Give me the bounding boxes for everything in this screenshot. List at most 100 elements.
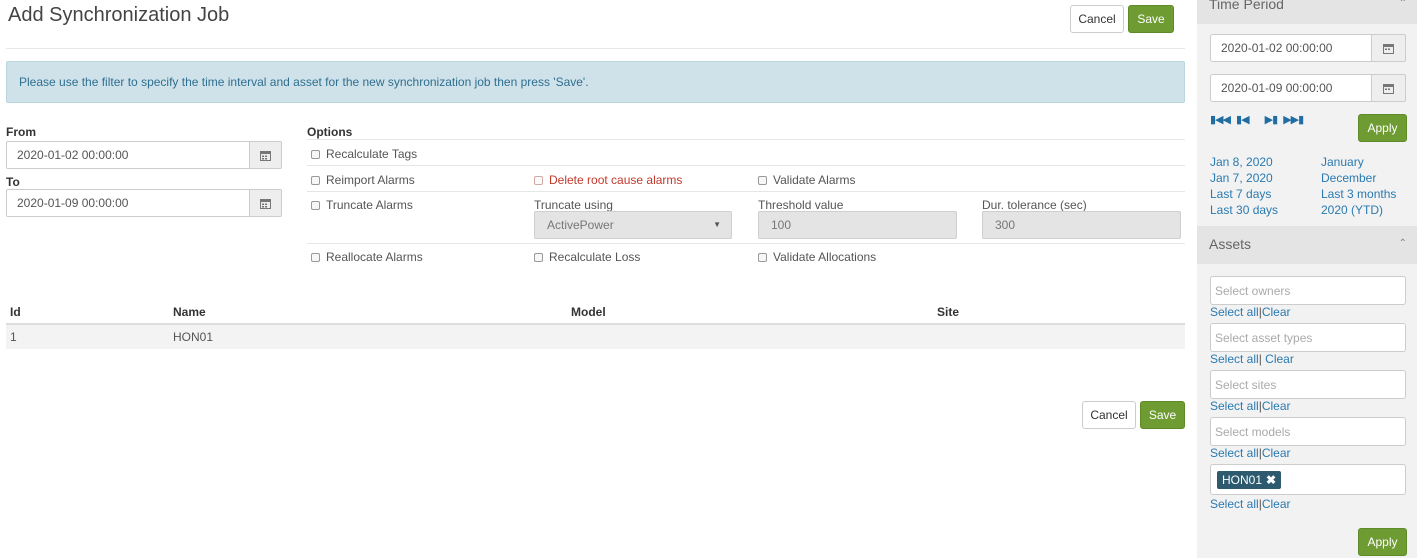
clear-link[interactable]: Clear [1262,399,1291,413]
calendar-icon[interactable] [250,189,282,217]
truncate-using-label: Truncate using [534,198,613,212]
reimport-alarms-checkbox[interactable]: Reimport Alarms [311,173,415,187]
checkbox-icon[interactable] [758,252,767,262]
checkbox-icon[interactable] [534,175,543,185]
page-title: Add Synchronization Job [8,4,230,26]
quick-link-ytd[interactable]: 2020 (YTD) [1321,203,1383,217]
cancel-button[interactable]: Cancel [1070,5,1124,33]
save-button[interactable]: Save [1128,5,1174,33]
time-period-title: Time Period [1209,0,1284,12]
sites-select-all-clear: Select all|Clear [1210,399,1291,413]
reimport-alarms-label: Reimport Alarms [326,173,415,187]
select-all-link[interactable]: Select all [1210,352,1259,366]
sidebar-from-date-input[interactable]: 2020-01-02 00:00:00 [1210,34,1372,62]
checkbox-icon[interactable] [311,175,320,185]
recalculate-tags-checkbox[interactable]: Recalculate Tags [311,147,417,161]
quick-link-jan-8[interactable]: Jan 8, 2020 [1210,155,1273,169]
options-divider [307,139,1185,140]
clear-link[interactable]: Clear [1262,497,1291,511]
clear-link[interactable]: Clear [1262,446,1291,460]
options-divider [307,243,1185,244]
models-select[interactable]: Select models [1210,417,1406,446]
options-divider [307,191,1185,192]
header-divider [6,48,1185,49]
recalculate-loss-checkbox[interactable]: Recalculate Loss [534,250,640,264]
asset-types-select[interactable]: Select asset types [1210,323,1406,352]
checkbox-icon[interactable] [758,175,767,185]
to-date-input[interactable]: 2020-01-09 00:00:00 [6,189,250,217]
time-period-apply-button[interactable]: Apply [1358,114,1407,142]
calendar-icon[interactable] [1372,74,1406,102]
selected-asset-tag: HON01 ✖ [1217,471,1282,489]
quick-link-january[interactable]: January [1321,155,1364,169]
clear-link[interactable]: Clear [1262,305,1291,319]
select-all-link[interactable]: Select all [1210,305,1259,319]
column-header-site[interactable]: Site [937,305,959,319]
checkbox-icon[interactable] [311,252,320,262]
period-nav: ▮◀◀ ▮◀ ▶▮ ▶▶▮ [1210,113,1304,126]
quick-link-last-30-days[interactable]: Last 30 days [1210,203,1278,217]
calendar-icon[interactable] [1372,34,1406,62]
threshold-input[interactable]: 100 [758,211,957,239]
quick-link-jan-7[interactable]: Jan 7, 2020 [1210,171,1273,185]
column-header-id[interactable]: Id [10,305,21,319]
checkbox-icon[interactable] [311,200,320,210]
assets-title: Assets [1209,236,1252,252]
footer-cancel-button[interactable]: Cancel [1082,401,1136,429]
chevron-up-icon[interactable]: ⌃ [1399,0,1407,9]
assets-apply-button[interactable]: Apply [1358,528,1407,556]
checkbox-icon[interactable] [534,252,543,262]
to-label: To [6,175,20,189]
truncate-alarms-label: Truncate Alarms [326,198,413,212]
delete-root-cause-alarms-checkbox[interactable]: Delete root cause alarms [534,173,682,187]
validate-allocations-checkbox[interactable]: Validate Allocations [758,250,876,264]
quick-link-december[interactable]: December [1321,171,1376,185]
dur-tolerance-input[interactable]: 300 [982,211,1181,239]
delete-root-cause-alarms-label: Delete root cause alarms [549,173,683,187]
column-header-name[interactable]: Name [173,305,206,319]
validate-allocations-label: Validate Allocations [773,250,877,264]
chevron-up-icon[interactable]: ⌃ [1399,238,1407,249]
assets-panel-header[interactable]: Assets ⌃ [1197,226,1417,264]
step-forward-icon[interactable]: ▶▮ [1265,114,1278,126]
select-all-link[interactable]: Select all [1210,446,1259,460]
calendar-icon[interactable] [250,141,282,169]
separator: | [1258,352,1262,366]
assets-select-all-clear: Select all|Clear [1210,497,1291,511]
validate-alarms-checkbox[interactable]: Validate Alarms [758,173,855,187]
truncate-using-value: ActivePower [547,218,614,232]
models-select-all-clear: Select all|Clear [1210,446,1291,460]
select-all-link[interactable]: Select all [1210,399,1259,413]
info-alert: Please use the filter to specify the tim… [6,61,1185,103]
time-period-panel-header[interactable]: Time Period ⌃ [1197,0,1417,24]
owners-select[interactable]: Select owners [1210,276,1406,305]
selected-asset-label: HON01 [1222,473,1263,487]
caret-down-icon: ▼ [713,220,721,229]
truncate-alarms-checkbox[interactable]: Truncate Alarms [311,198,413,212]
checkbox-icon[interactable] [311,149,320,159]
column-header-model[interactable]: Model [571,305,606,319]
remove-icon[interactable]: ✖ [1266,473,1276,487]
recalculate-tags-label: Recalculate Tags [326,147,418,161]
asset-types-select-all-clear: Select all| Clear [1210,352,1294,366]
validate-alarms-label: Validate Alarms [773,173,856,187]
reallocate-alarms-label: Reallocate Alarms [326,250,423,264]
step-back-icon[interactable]: ▮◀ [1236,114,1249,126]
owners-select-all-clear: Select all|Clear [1210,305,1291,319]
assets-select[interactable]: HON01 ✖ [1210,464,1406,495]
quick-link-last-7-days[interactable]: Last 7 days [1210,187,1271,201]
sidebar-to-date-input[interactable]: 2020-01-09 00:00:00 [1210,74,1372,102]
select-all-link[interactable]: Select all [1210,497,1259,511]
quick-link-last-3-months[interactable]: Last 3 months [1321,187,1396,201]
cell-id: 1 [10,330,17,344]
dur-tolerance-label: Dur. tolerance (sec) [982,198,1087,212]
truncate-using-select[interactable]: ActivePower ▼ [534,211,732,239]
skip-forward-icon[interactable]: ▶▶▮ [1283,114,1304,126]
from-date-input[interactable]: 2020-01-02 00:00:00 [6,141,250,169]
cell-name: HON01 [173,330,214,344]
clear-link[interactable]: Clear [1265,352,1294,366]
sites-select[interactable]: Select sites [1210,370,1406,399]
footer-save-button[interactable]: Save [1140,401,1185,429]
reallocate-alarms-checkbox[interactable]: Reallocate Alarms [311,250,423,264]
skip-back-icon[interactable]: ▮◀◀ [1210,114,1231,126]
